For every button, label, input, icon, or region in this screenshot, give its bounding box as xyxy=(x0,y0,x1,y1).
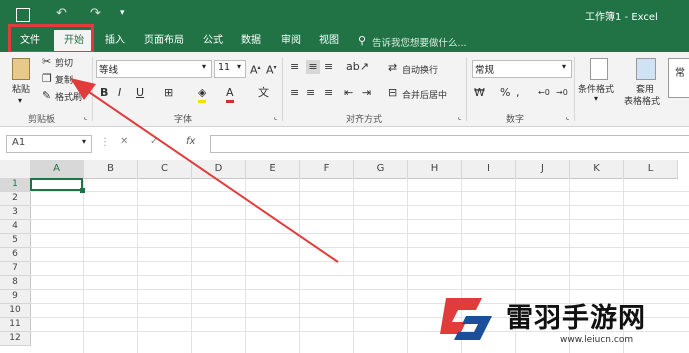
watermark-url: www.leiucn.com xyxy=(560,335,634,345)
watermark-logo-icon xyxy=(436,292,498,346)
watermark-text: 雷羽手游网 xyxy=(506,303,646,334)
